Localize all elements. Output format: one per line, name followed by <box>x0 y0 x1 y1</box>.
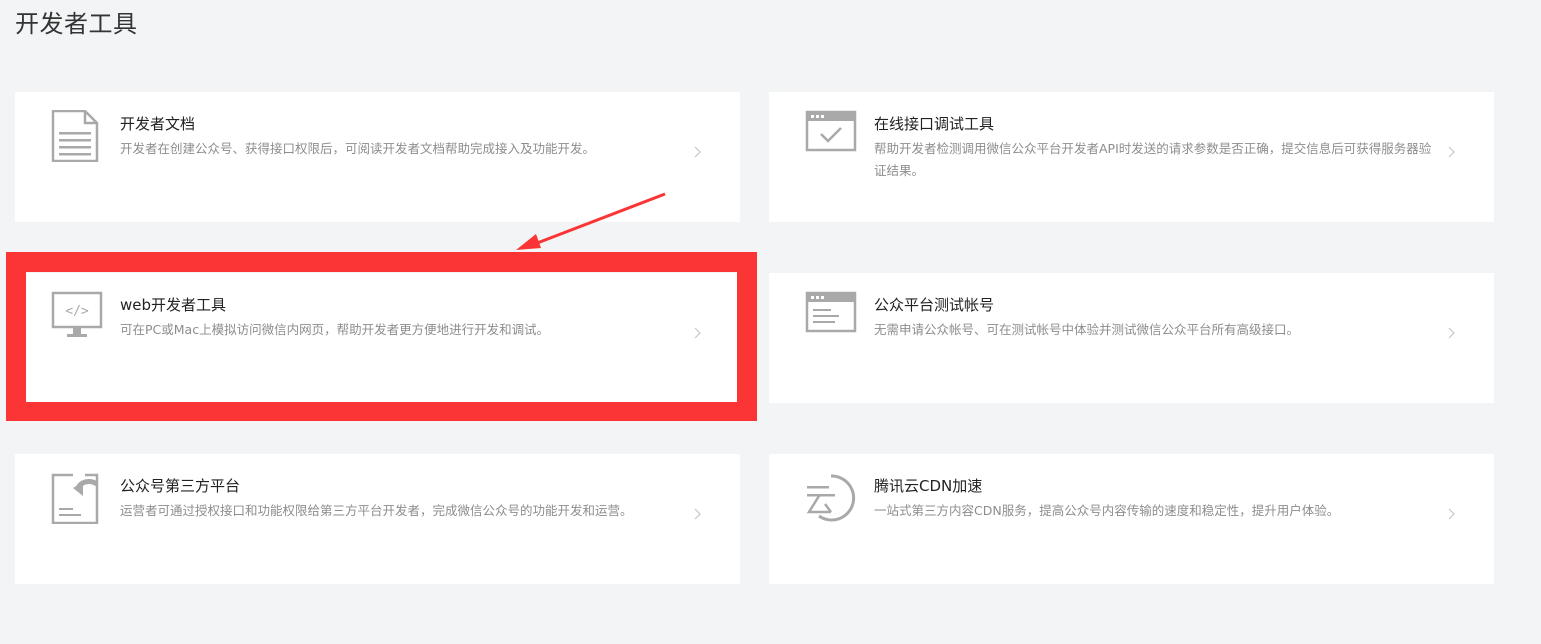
card-third-party-platform[interactable]: 公众号第三方平台 运营者可通过授权接口和功能权限给第三方平台开发者，完成微信公众… <box>15 454 740 584</box>
card-description: 无需申请公众帐号、可在测试帐号中体验并测试微信公众平台所有高级接口。 <box>874 322 1300 337</box>
card-test-account[interactable]: 公众平台测试帐号 无需申请公众帐号、可在测试帐号中体验并测试微信公众平台所有高级… <box>769 273 1494 403</box>
card-description: 可在PC或Mac上模拟访问微信内网页，帮助开发者更方便地进行开发和调试。 <box>120 322 550 337</box>
card-developer-docs[interactable]: 开发者文档 开发者在创建公众号、获得接口权限后，可阅读开发者文档帮助完成接入及功… <box>15 92 740 222</box>
svg-text:</>: </> <box>65 304 89 319</box>
card-title: 开发者文档 <box>120 115 196 133</box>
developer-tools-page: 开发者工具 开发者文档 开发者在创建公众号、获得接口权限后，可阅读开发者文档帮助… <box>0 0 1541 644</box>
chevron-right-icon <box>1448 146 1455 158</box>
browser-check-icon <box>805 110 857 152</box>
card-title: 在线接口调试工具 <box>874 115 995 133</box>
tencent-cloud-icon <box>806 474 856 522</box>
chevron-right-icon <box>694 146 701 158</box>
document-icon <box>51 110 99 162</box>
card-description: 帮助开发者检测调用微信公众平台开发者API时发送的请求参数是否正确，提交信息后可… <box>874 141 1432 178</box>
card-api-debug-tool[interactable]: 在线接口调试工具 帮助开发者检测调用微信公众平台开发者API时发送的请求参数是否… <box>769 92 1494 222</box>
card-title: web开发者工具 <box>120 296 227 314</box>
chevron-right-icon <box>1448 508 1455 520</box>
card-description: 运营者可通过授权接口和功能权限给第三方平台开发者，完成微信公众号的功能开发和运营… <box>120 503 633 518</box>
card-title: 公众平台测试帐号 <box>874 296 995 314</box>
card-tencent-cdn[interactable]: 腾讯云CDN加速 一站式第三方内容CDN服务，提高公众号内容传输的速度和稳定性，… <box>769 454 1494 584</box>
card-title: 腾讯云CDN加速 <box>874 477 983 495</box>
card-description: 一站式第三方内容CDN服务，提高公众号内容传输的速度和稳定性，提升用户体验。 <box>874 503 1340 518</box>
card-web-devtools[interactable]: </> web开发者工具 可在PC或Mac上模拟访问微信内网页，帮助开发者更方便… <box>15 273 740 403</box>
card-description: 开发者在创建公众号、获得接口权限后，可阅读开发者文档帮助完成接入及功能开发。 <box>120 141 596 156</box>
browser-window-icon <box>805 291 857 333</box>
page-title: 开发者工具 <box>15 10 138 38</box>
chevron-right-icon <box>694 327 701 339</box>
monitor-code-icon: </> <box>51 291 103 337</box>
chevron-right-icon <box>1448 327 1455 339</box>
document-share-icon <box>51 473 99 524</box>
card-title: 公众号第三方平台 <box>120 477 241 495</box>
chevron-right-icon <box>694 508 701 520</box>
